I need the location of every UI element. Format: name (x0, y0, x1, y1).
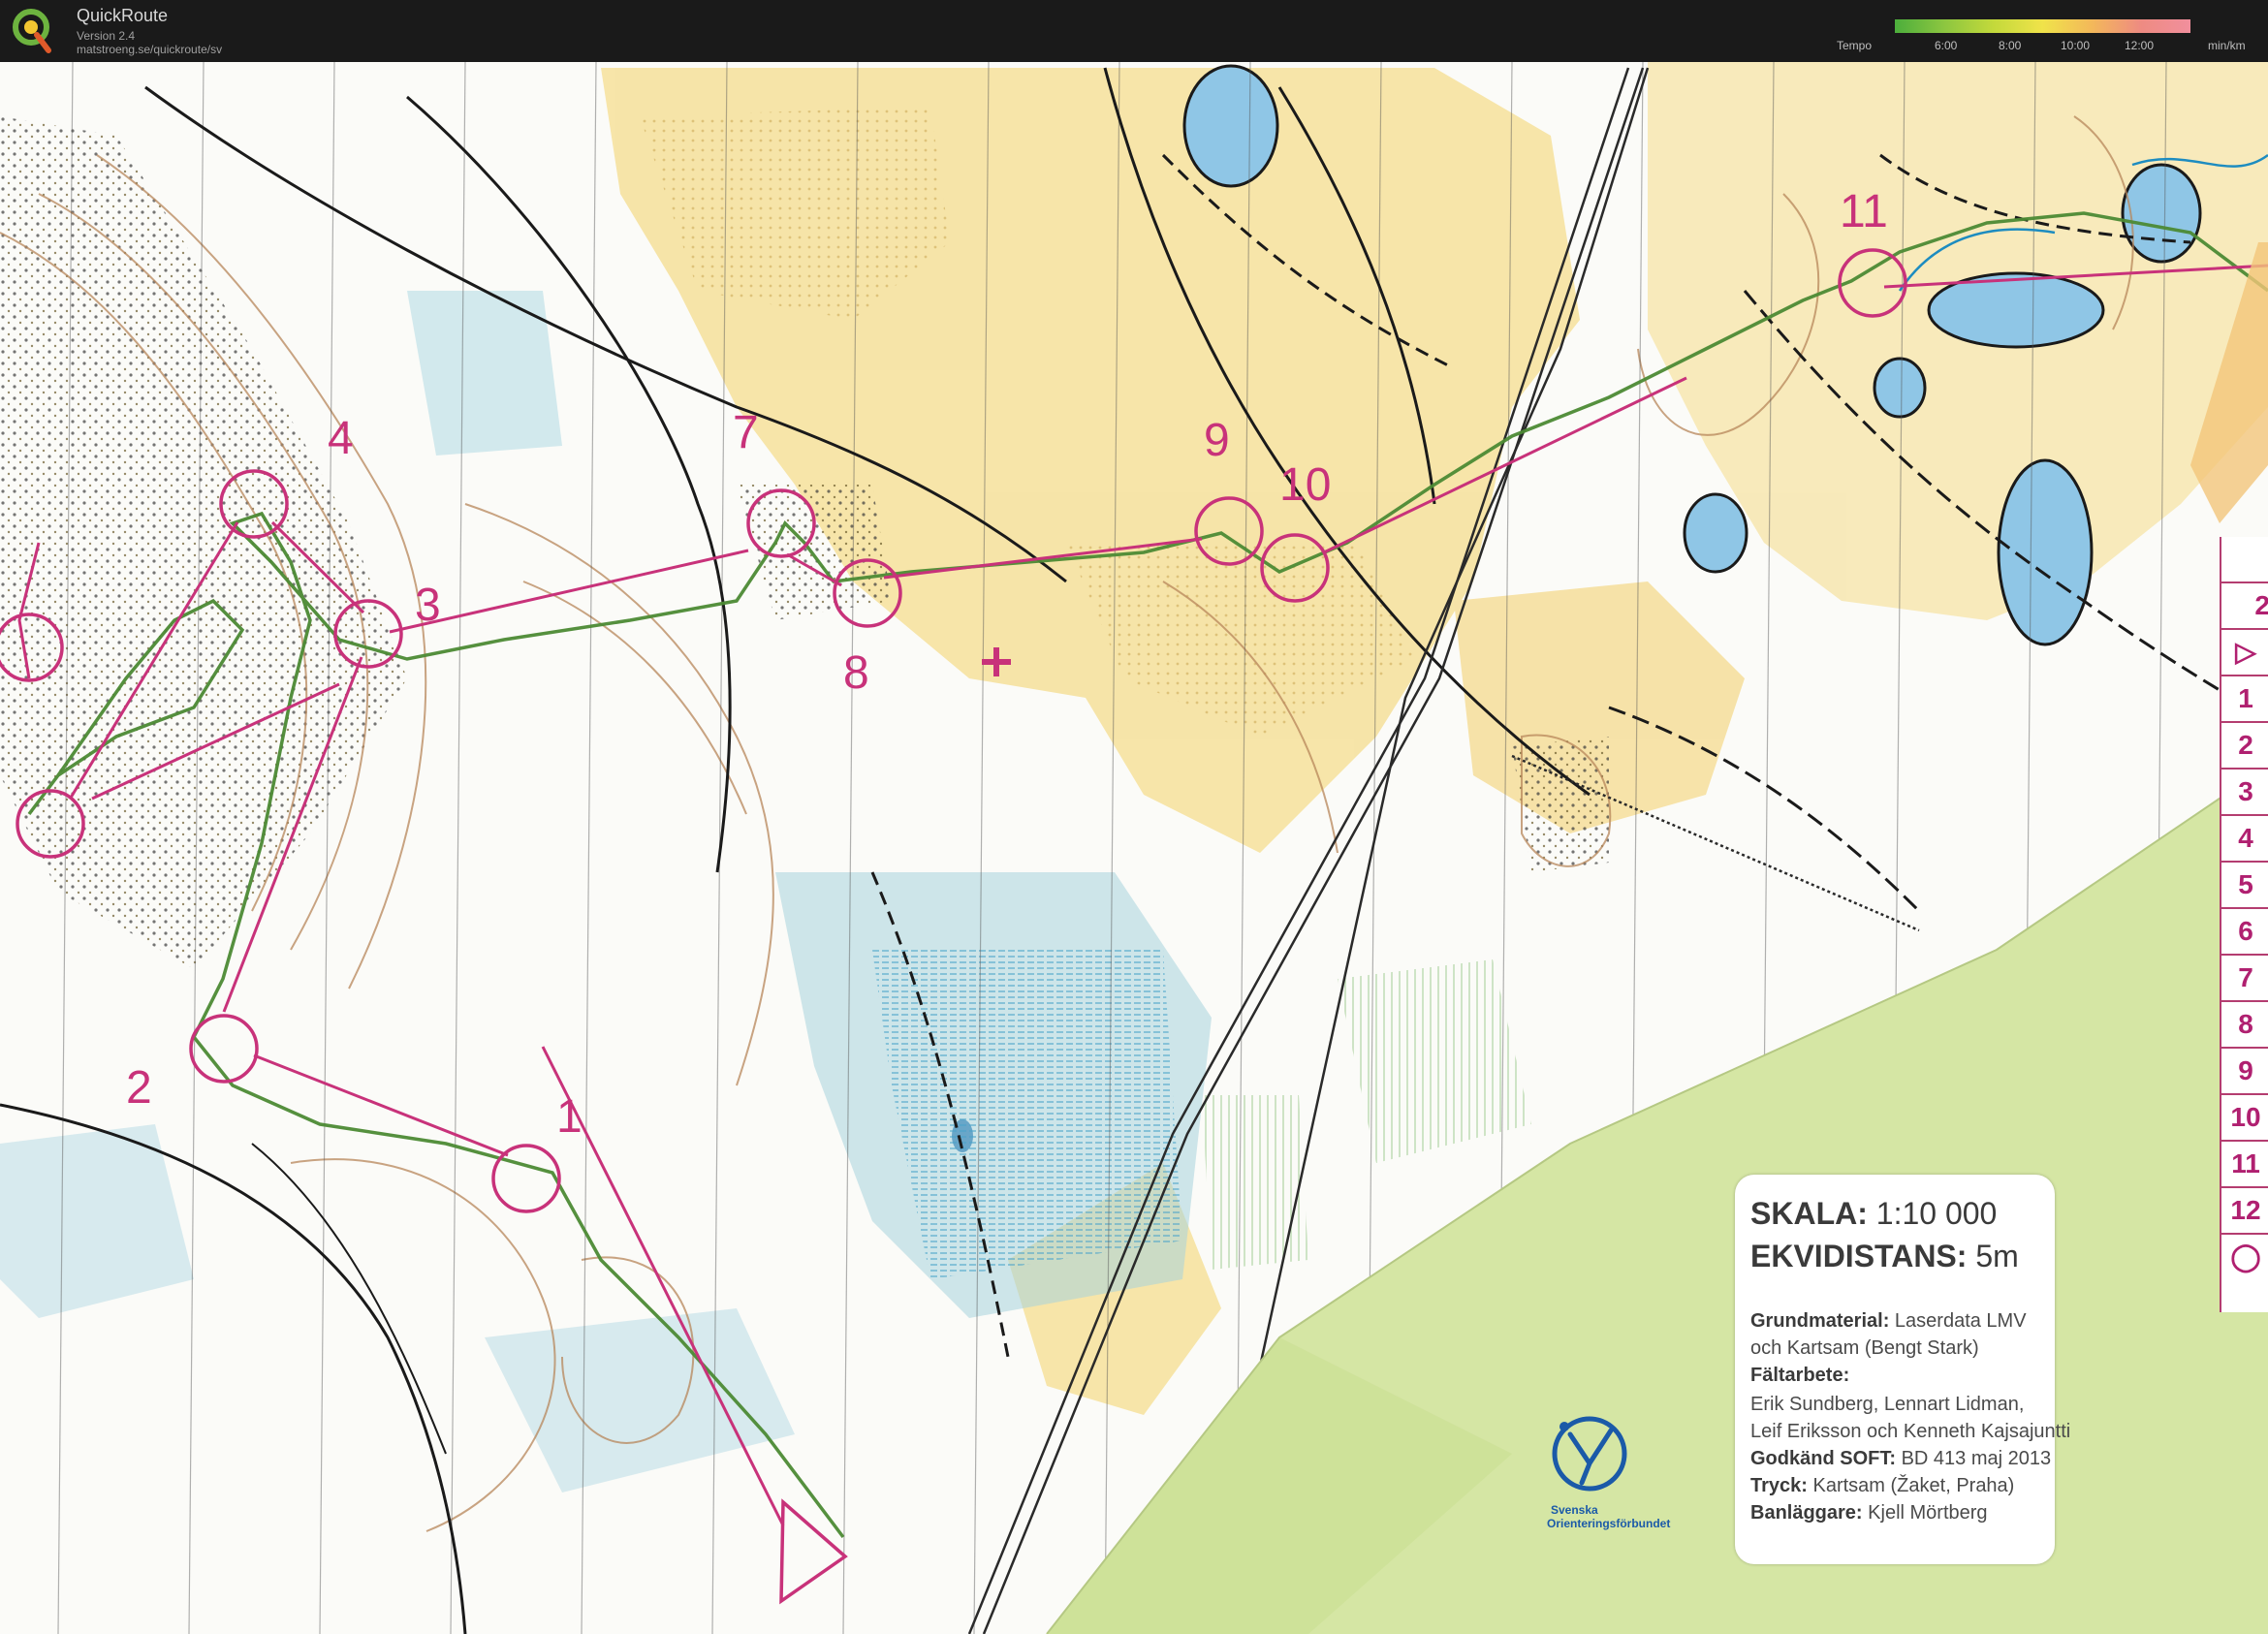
base-material-cont: och Kartsam (Bengt Stark) (1750, 1337, 1979, 1359)
cd-row: 4 (2221, 816, 2268, 863)
control-number: 1 (556, 1091, 583, 1143)
lake (1873, 357, 1927, 419)
control-number: 3 (415, 580, 441, 631)
cd-row: 9 (2221, 1049, 2268, 1095)
federation-name: Orienteringsförbundet (1547, 1517, 1670, 1530)
control-number: 2 (126, 1062, 152, 1114)
control-number: 9 (1204, 415, 1230, 466)
base-material: Grundmaterial: Laserdata LMV (1750, 1310, 2027, 1332)
printer: Tryck: Kartsam (Žaket, Praha) (1750, 1475, 2015, 1496)
quickroute-logo-icon (13, 9, 51, 53)
tempo-tick: 8:00 (1999, 39, 2022, 52)
tempo-tick: 12:00 (2125, 39, 2155, 52)
scale-line: SKALA: 1:10 000 (1750, 1196, 1998, 1231)
lake (1683, 492, 1748, 574)
control-number: 8 (843, 647, 869, 699)
cd-row: 2 (2221, 723, 2268, 770)
control-number: 11 (1840, 186, 1888, 237)
federation-name: Svenska (1551, 1503, 1598, 1517)
control-number: 4 (328, 413, 354, 464)
cd-row: 6 (2221, 909, 2268, 956)
cd-header (2221, 537, 2268, 583)
app-url[interactable]: matstroeng.se/quickroute/sv (77, 43, 222, 56)
tempo-label: Tempo (1837, 39, 1873, 52)
approval: Godkänd SOFT: BD 413 maj 2013 (1750, 1448, 2052, 1469)
cd-row: 12 (2221, 1188, 2268, 1235)
cd-row: 11 (2221, 1142, 2268, 1188)
app-header: QuickRoute Version 2.4 matstroeng.se/qui… (0, 0, 2268, 63)
control-number: 10 (1279, 459, 1331, 511)
cd-row: 3 (2221, 770, 2268, 816)
cd-row: 7 (2221, 956, 2268, 1002)
contour-line: EKVIDISTANS: 5m (1750, 1239, 2019, 1273)
vegetation (1202, 1095, 1308, 1270)
field-work-names-cont: Leif Eriksson och Kenneth Kajsajuntti (1750, 1421, 2071, 1442)
control-number: 7 (733, 407, 759, 458)
app-version: Version 2.4 (77, 29, 136, 43)
lake (1997, 458, 2094, 646)
course-setter: Banläggare: Kjell Mörtberg (1750, 1502, 1988, 1524)
tempo-tick: 6:00 (1935, 39, 1958, 52)
app-name: QuickRoute (77, 6, 169, 25)
lake (2121, 163, 2202, 264)
cd-start-icon: ▷ (2221, 630, 2268, 676)
field-work-label: Fältarbete: (1750, 1365, 1850, 1386)
control-descriptions: 2 ▷ 1 2 3 4 5 6 7 8 9 10 11 12 ◯ (2220, 537, 2268, 1312)
lake (1182, 64, 1279, 188)
tempo-unit: min/km (2208, 39, 2246, 52)
cd-row: 5 (2221, 863, 2268, 909)
cd-partial: 2 (2221, 583, 2268, 630)
tempo-color-scale (1895, 19, 2190, 33)
cd-row: 1 (2221, 676, 2268, 723)
map-legend-box: SKALA: 1:10 000 EKVIDISTANS: 5m Grundmat… (1735, 1175, 2070, 1564)
tempo-tick: 10:00 (2061, 39, 2091, 52)
field-work-names: Erik Sundberg, Lennart Lidman, (1750, 1394, 2025, 1415)
cd-row: 8 (2221, 1002, 2268, 1049)
cd-row: 10 (2221, 1095, 2268, 1142)
cd-finish-icon: ◯ (2230, 1241, 2261, 1272)
